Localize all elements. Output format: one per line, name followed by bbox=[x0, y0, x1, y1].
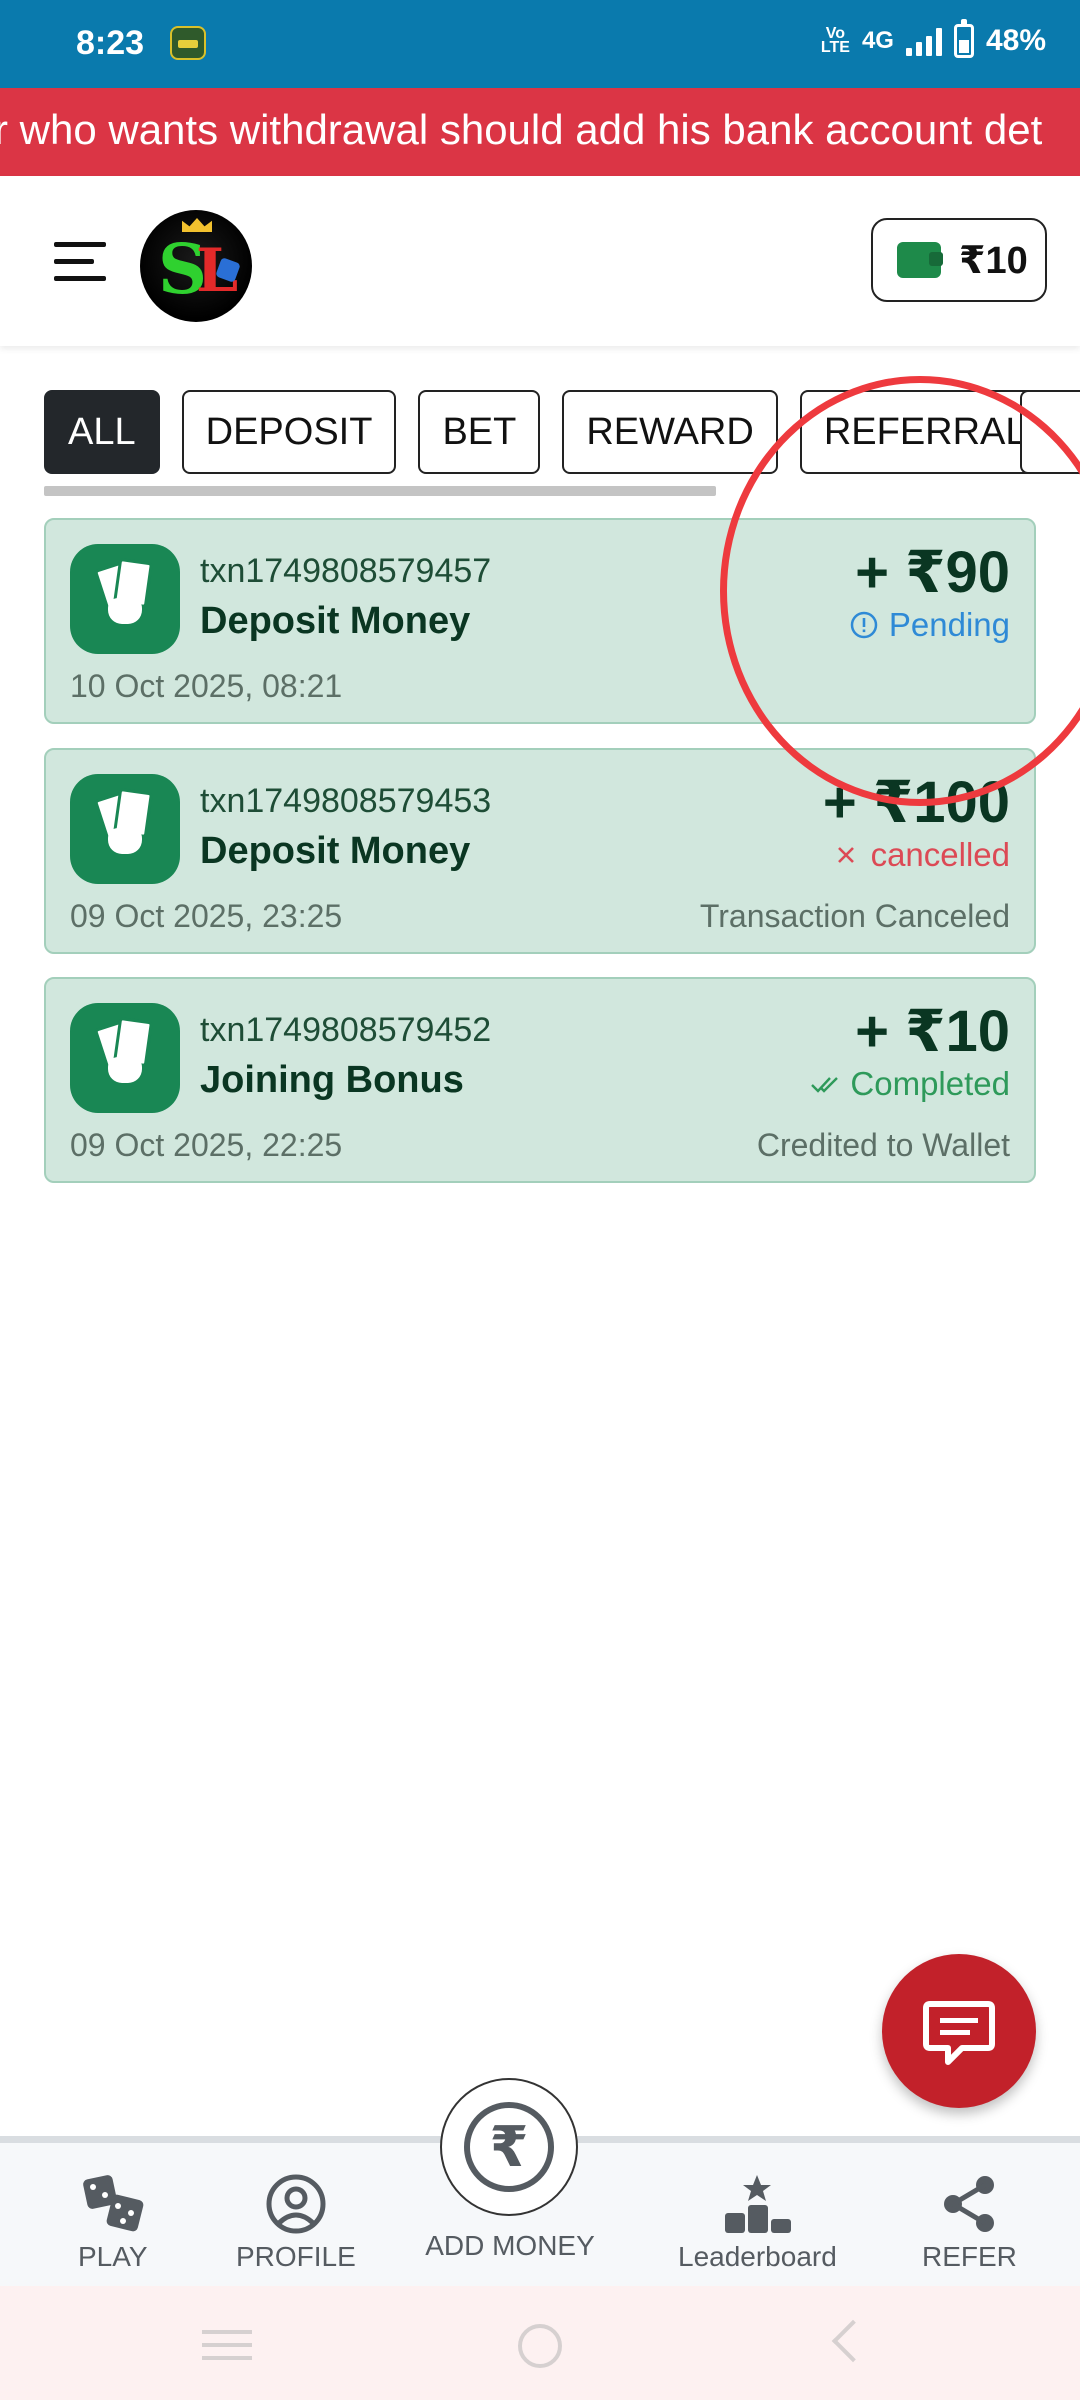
transaction-title: Deposit Money bbox=[200, 600, 471, 642]
battery-percent: 48% bbox=[985, 24, 1046, 57]
close-icon bbox=[837, 847, 854, 863]
tab-bet[interactable]: BET bbox=[418, 390, 541, 474]
transaction-id: txn1749808579457 bbox=[200, 552, 492, 590]
share-icon bbox=[944, 2176, 995, 2232]
status-time: 8:23 bbox=[76, 24, 145, 62]
announcement-ticker: r who wants withdrawal should add his ba… bbox=[0, 88, 1080, 176]
transaction-date: 09 Oct 2025, 23:25 bbox=[70, 898, 343, 934]
transaction-status: Completed bbox=[810, 1065, 1010, 1103]
nav-refer[interactable]: REFER bbox=[922, 2173, 1017, 2273]
app-notification-icon bbox=[170, 26, 206, 60]
transaction-status: cancelled bbox=[831, 836, 1010, 874]
transaction-date: 09 Oct 2025, 22:25 bbox=[70, 1127, 343, 1163]
transaction-date: 10 Oct 2025, 08:21 bbox=[70, 668, 343, 704]
status-text: Completed bbox=[850, 1065, 1010, 1102]
wallet-balance-button[interactable]: ₹10 bbox=[871, 218, 1047, 302]
back-icon[interactable] bbox=[831, 2319, 875, 2363]
signal-icon bbox=[905, 26, 942, 56]
nav-refer-label: REFER bbox=[922, 2241, 1017, 2272]
hamburger-icon[interactable] bbox=[54, 240, 106, 284]
dice-icon bbox=[82, 2175, 144, 2232]
tab-deposit[interactable]: DEPOSIT bbox=[181, 390, 397, 474]
wallet-icon bbox=[897, 242, 943, 278]
system-navigation-bar bbox=[0, 2286, 1080, 2400]
money-icon bbox=[70, 544, 180, 654]
home-icon[interactable] bbox=[518, 2324, 562, 2368]
chat-support-button[interactable] bbox=[882, 1954, 1036, 2108]
tabs-scrollbar[interactable] bbox=[44, 486, 716, 496]
status-indicators: Vo LTE 4G 48% bbox=[820, 19, 1046, 58]
nav-play-label: PLAY bbox=[78, 2241, 148, 2272]
profile-icon bbox=[266, 2174, 326, 2234]
transaction-id: txn1749808579453 bbox=[200, 782, 492, 820]
nav-leaderboard-label: Leaderboard bbox=[678, 2241, 837, 2272]
nav-profile[interactable]: PROFILE bbox=[236, 2173, 356, 2273]
status-bar: 8:23 Vo LTE 4G 48% bbox=[0, 0, 1080, 88]
add-money-label: ADD MONEY bbox=[425, 2230, 595, 2261]
transaction-amount: + ₹10 bbox=[855, 999, 1010, 1064]
network-type: 4G bbox=[861, 27, 894, 54]
money-icon bbox=[70, 1003, 180, 1113]
battery-icon bbox=[953, 19, 974, 58]
double-check-icon bbox=[811, 1077, 839, 1093]
wallet-balance: ₹10 bbox=[959, 239, 1028, 282]
transaction-title: Joining Bonus bbox=[200, 1059, 464, 1101]
chat-icon bbox=[923, 2001, 995, 2065]
tab-all[interactable]: ALL bbox=[44, 390, 160, 474]
status-text: cancelled bbox=[870, 836, 1010, 873]
app-header: S L ₹10 bbox=[0, 176, 1080, 346]
recent-apps-icon[interactable] bbox=[202, 2330, 252, 2360]
rupee-icon: ₹ bbox=[464, 2102, 554, 2192]
nav-profile-label: PROFILE bbox=[236, 2241, 356, 2272]
transaction-note: Transaction Canceled bbox=[699, 898, 1010, 934]
add-money-button[interactable]: ₹ bbox=[440, 2078, 578, 2216]
transaction-title: Deposit Money bbox=[200, 830, 471, 872]
transaction-id: txn1749808579452 bbox=[200, 1011, 492, 1049]
leaderboard-icon bbox=[725, 2175, 792, 2233]
transaction-card[interactable]: txn1749808579452 Joining Bonus 09 Oct 20… bbox=[44, 977, 1036, 1183]
money-icon bbox=[70, 774, 180, 884]
nav-leaderboard[interactable]: Leaderboard bbox=[678, 2173, 837, 2273]
transaction-note: Credited to Wallet bbox=[756, 1127, 1010, 1163]
volte-icon: Vo LTE bbox=[820, 25, 850, 56]
app-logo[interactable]: S L bbox=[140, 210, 252, 322]
ticker-text: r who wants withdrawal should add his ba… bbox=[0, 106, 1043, 153]
nav-play[interactable]: PLAY bbox=[78, 2173, 148, 2273]
tab-reward[interactable]: REWARD bbox=[562, 390, 778, 474]
